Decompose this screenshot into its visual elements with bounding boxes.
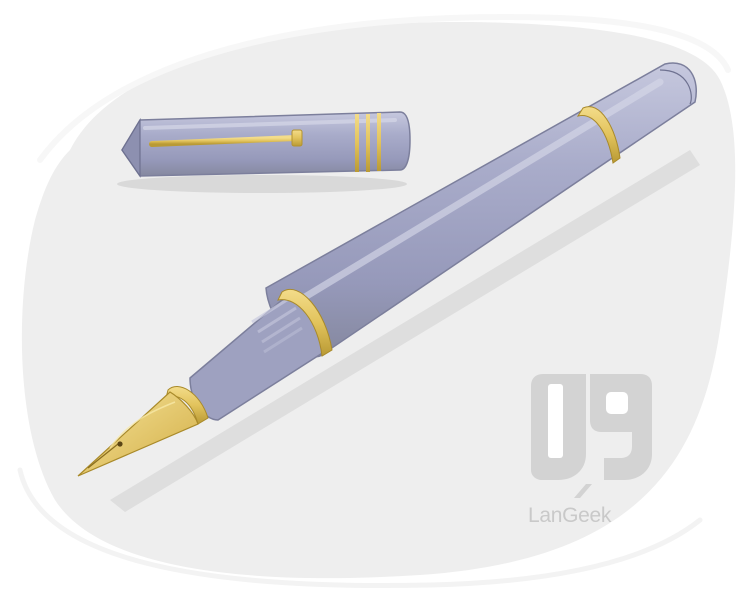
illustration-canvas: LanGeek: [0, 0, 750, 600]
pen-cap: [121, 111, 411, 178]
watermark-brand-text: LanGeek: [528, 504, 612, 527]
cap-shadow: [117, 175, 407, 193]
